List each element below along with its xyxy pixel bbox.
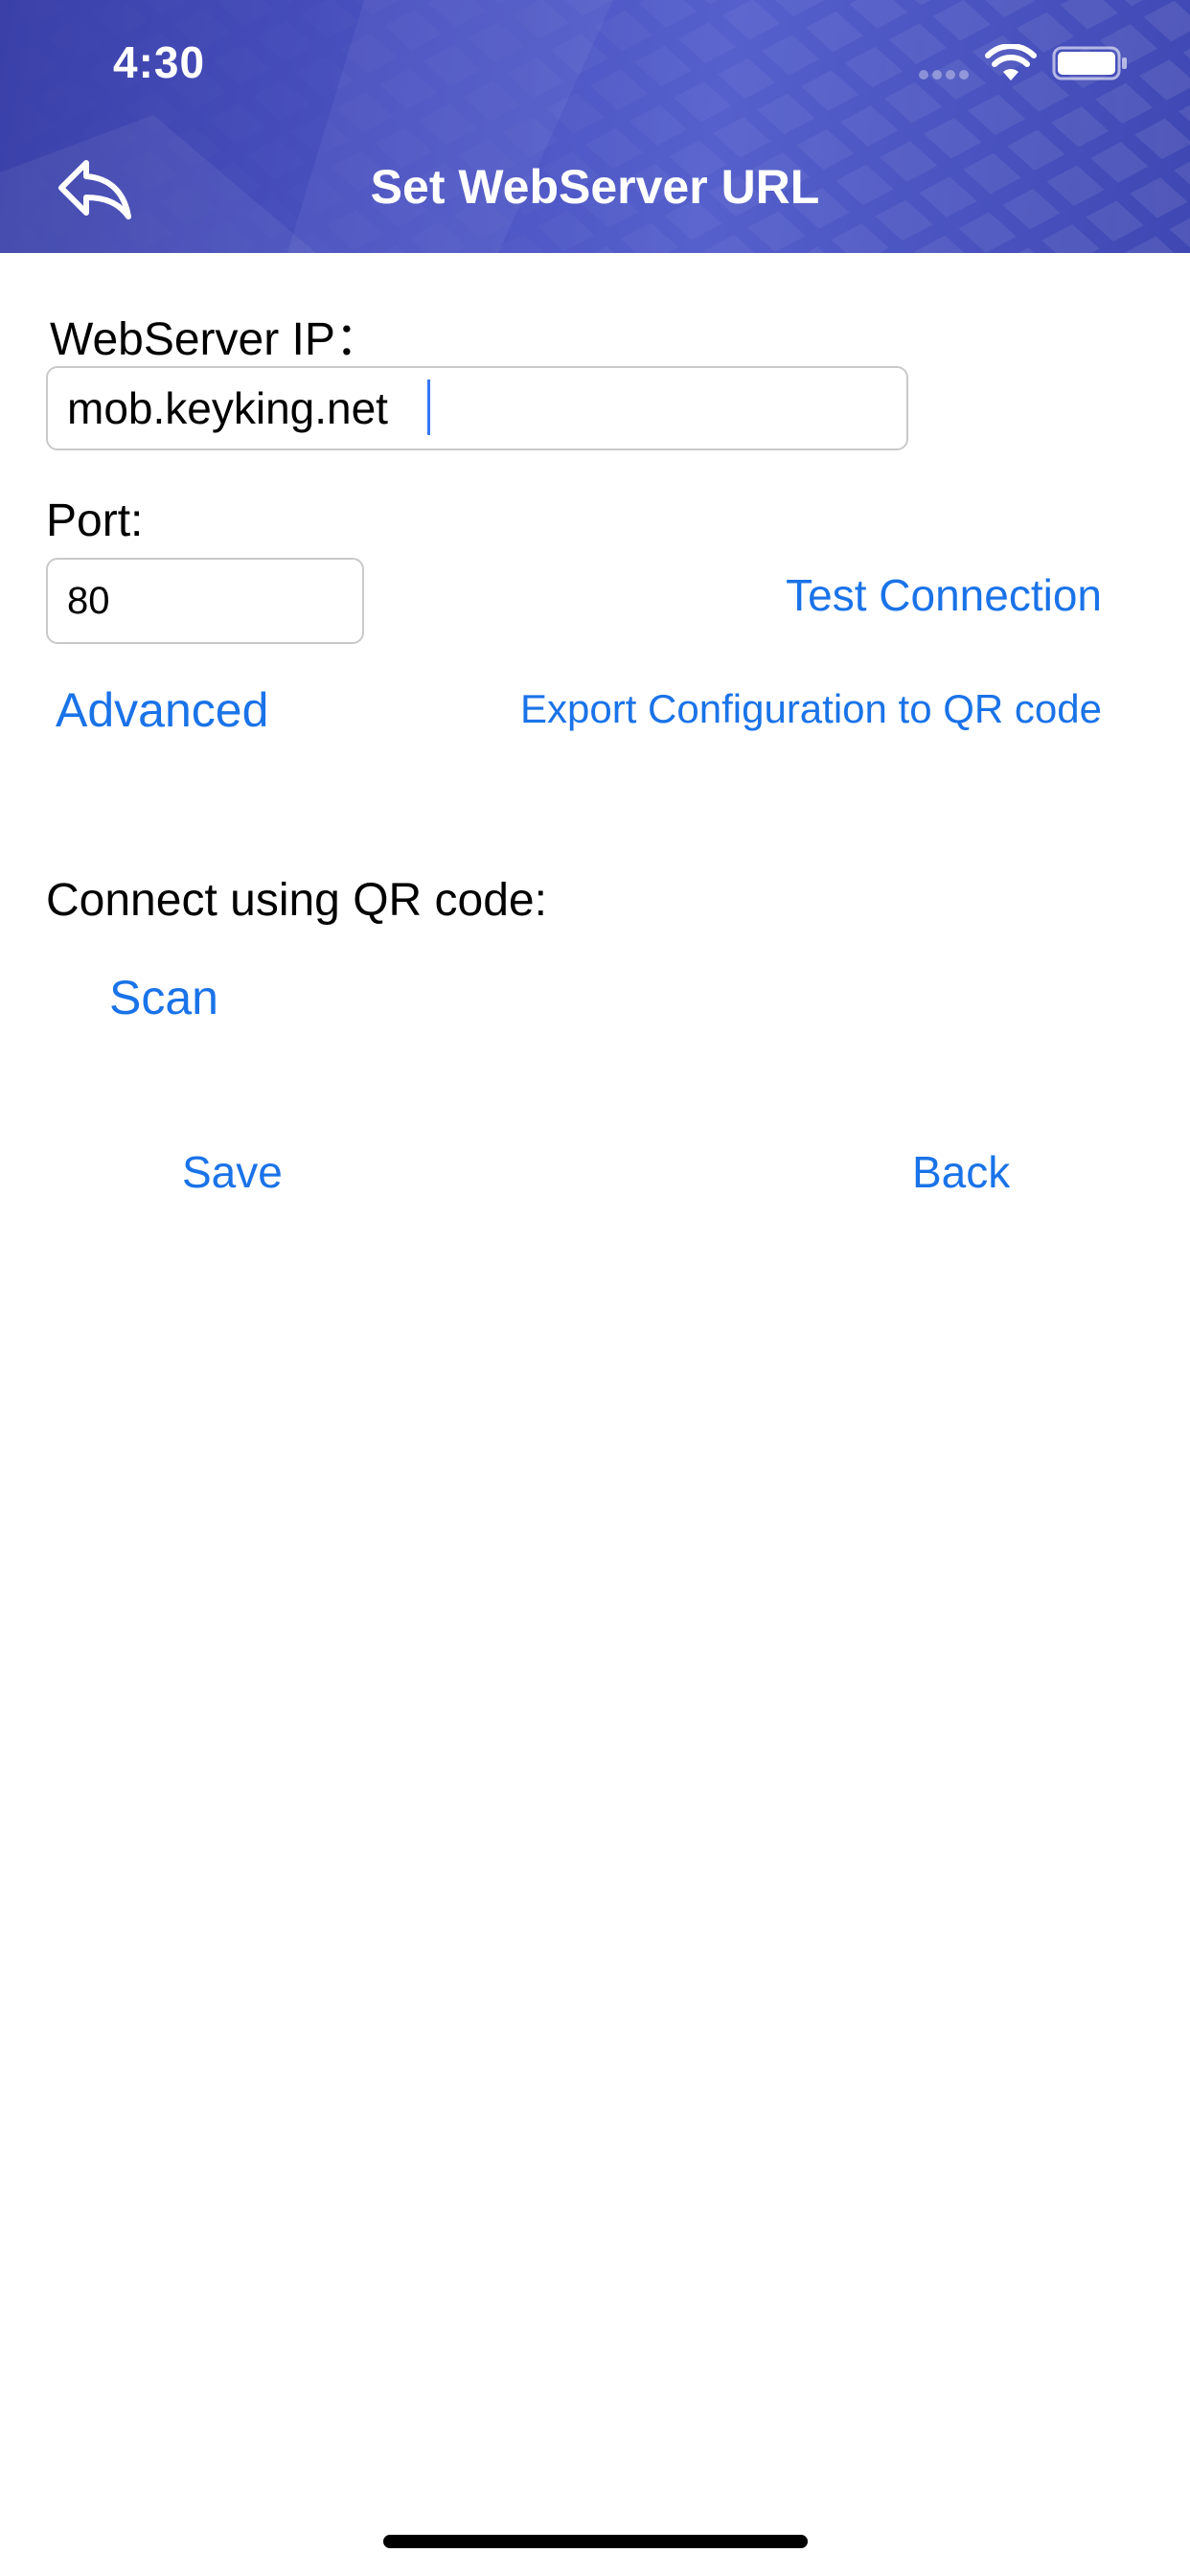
advanced-button[interactable]: Advanced [56,682,268,738]
qr-connect-label: Connect using QR code: [46,875,547,926]
wifi-icon [985,44,1037,80]
status-bar-time: 4:30 [113,37,206,87]
battery-icon [1052,46,1127,80]
cellular-signal-icon [919,70,969,80]
port-label: Port: [46,495,144,546]
port-input[interactable] [46,558,364,644]
export-qr-button[interactable]: Export Configuration to QR code [520,686,1102,732]
test-connection-button[interactable]: Test Connection [786,569,1102,621]
back-button[interactable]: Back [912,1146,1010,1198]
webserver-ip-input[interactable] [46,366,908,450]
save-button[interactable]: Save [182,1146,283,1198]
text-cursor [427,380,430,435]
page-title: Set WebServer URL [370,160,820,214]
home-indicator [383,2535,808,2548]
navigation-header: 4:30 Set WebServer URL [0,0,1190,253]
scan-button[interactable]: Scan [109,970,218,1025]
webserver-ip-label: WebServer IP： [50,314,381,365]
